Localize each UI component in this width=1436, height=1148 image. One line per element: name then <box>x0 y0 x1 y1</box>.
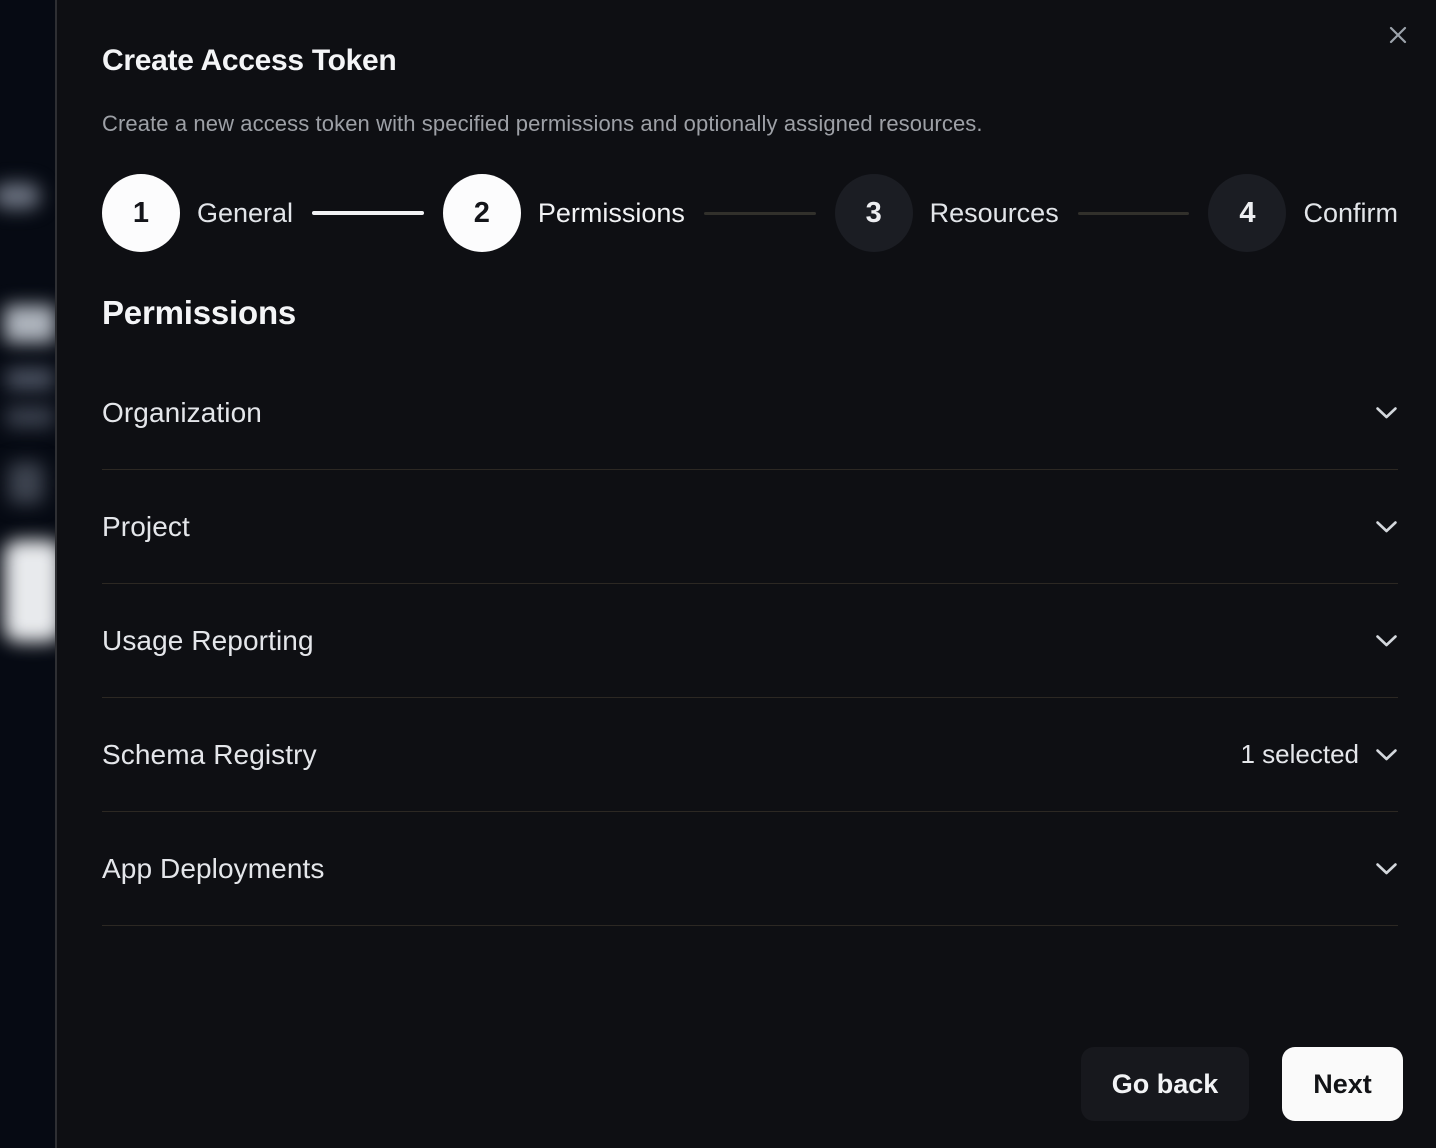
stepper-step-permissions[interactable]: 2 Permissions <box>443 174 685 252</box>
close-button[interactable] <box>1382 20 1414 52</box>
step-number-badge: 3 <box>835 174 913 252</box>
section-project[interactable]: Project <box>102 470 1398 584</box>
stepper-connector <box>704 212 816 215</box>
permissions-sections: Organization Project <box>102 356 1398 926</box>
next-button[interactable]: Next <box>1282 1047 1403 1121</box>
blurred-button <box>4 540 55 642</box>
chevron-down-icon <box>1375 748 1398 762</box>
modal-footer: Go back Next <box>1081 1047 1403 1121</box>
blurred-text-line <box>6 368 54 390</box>
background-page <box>0 0 55 1148</box>
section-label: Organization <box>102 397 262 429</box>
chevron-down-icon <box>1375 520 1398 534</box>
step-label: Permissions <box>538 198 685 229</box>
stepper-connector <box>312 211 424 215</box>
section-label: App Deployments <box>102 853 325 885</box>
stepper-connector <box>1078 212 1190 215</box>
modal-subtitle: Create a new access token with specified… <box>102 111 1398 137</box>
step-number-badge: 1 <box>102 174 180 252</box>
blurred-pill <box>0 183 40 209</box>
step-number-badge: 2 <box>443 174 521 252</box>
section-schema-registry[interactable]: Schema Registry 1 selected <box>102 698 1398 812</box>
section-app-deployments[interactable]: App Deployments <box>102 812 1398 926</box>
section-organization[interactable]: Organization <box>102 356 1398 470</box>
blurred-text-line <box>6 406 54 428</box>
blurred-heading <box>4 305 55 343</box>
stepper: 1 General 2 Permissions 3 Resources 4 Co… <box>102 174 1398 252</box>
section-usage-reporting[interactable]: Usage Reporting <box>102 584 1398 698</box>
section-label: Schema Registry <box>102 739 317 771</box>
permissions-heading: Permissions <box>102 294 1398 332</box>
step-number-badge: 4 <box>1208 174 1286 252</box>
section-label: Usage Reporting <box>102 625 314 657</box>
chevron-down-icon <box>1375 406 1398 420</box>
step-label: Resources <box>930 198 1059 229</box>
chevron-down-icon <box>1375 634 1398 648</box>
blurred-icon <box>8 462 44 504</box>
modal-title: Create Access Token <box>102 0 1398 78</box>
chevron-down-icon <box>1375 862 1398 876</box>
step-label: Confirm <box>1303 198 1398 229</box>
close-icon <box>1386 23 1410 50</box>
selected-count: 1 selected <box>1240 739 1359 770</box>
stepper-step-resources[interactable]: 3 Resources <box>835 174 1059 252</box>
go-back-button[interactable]: Go back <box>1081 1047 1249 1121</box>
create-access-token-modal: Create Access Token Create a new access … <box>55 0 1436 1148</box>
step-label: General <box>197 198 293 229</box>
stepper-step-confirm[interactable]: 4 Confirm <box>1208 174 1398 252</box>
stepper-step-general[interactable]: 1 General <box>102 174 293 252</box>
section-label: Project <box>102 511 190 543</box>
